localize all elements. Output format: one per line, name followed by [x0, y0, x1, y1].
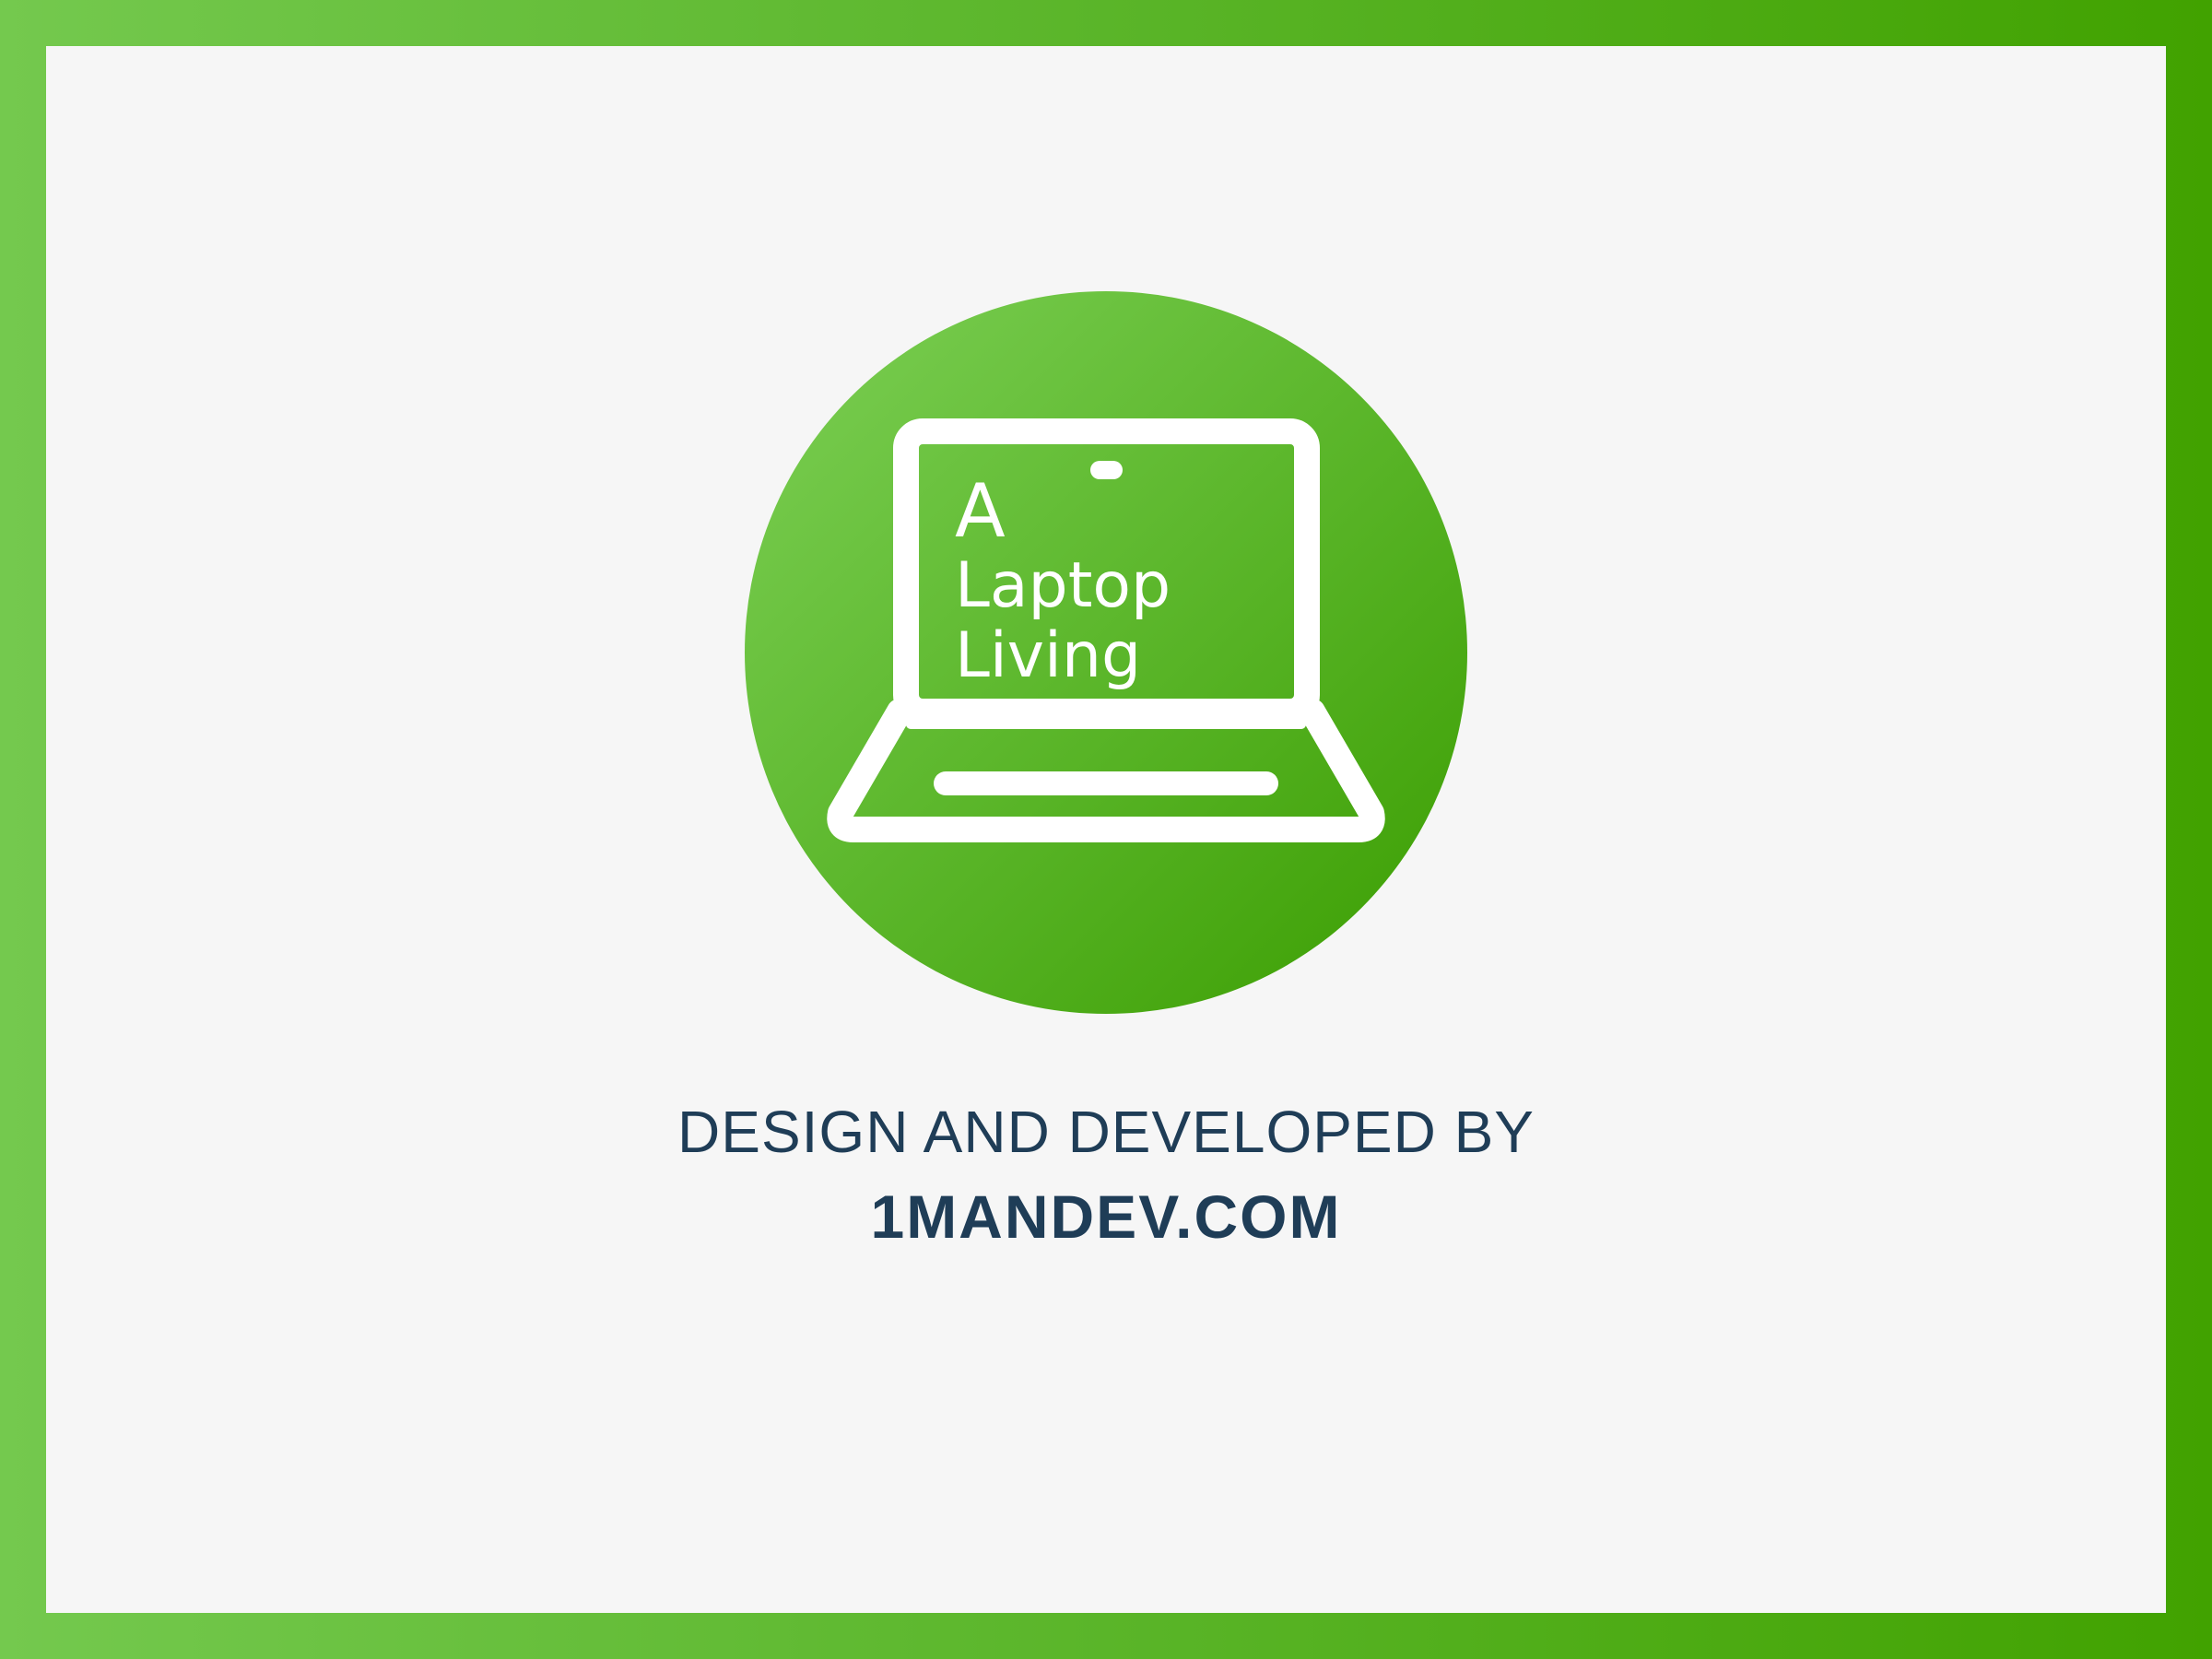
a-laptop-living-logo: A Laptop Living: [745, 291, 1467, 1014]
logo-word-living: Living: [955, 619, 1141, 692]
logo-word-a: A: [955, 468, 1006, 554]
credit-label: DESIGN AND DEVELOPED BY: [677, 1099, 1535, 1165]
logo-word-laptop: Laptop: [955, 549, 1171, 622]
credit-site: 1MANDEV.COM: [870, 1182, 1342, 1251]
